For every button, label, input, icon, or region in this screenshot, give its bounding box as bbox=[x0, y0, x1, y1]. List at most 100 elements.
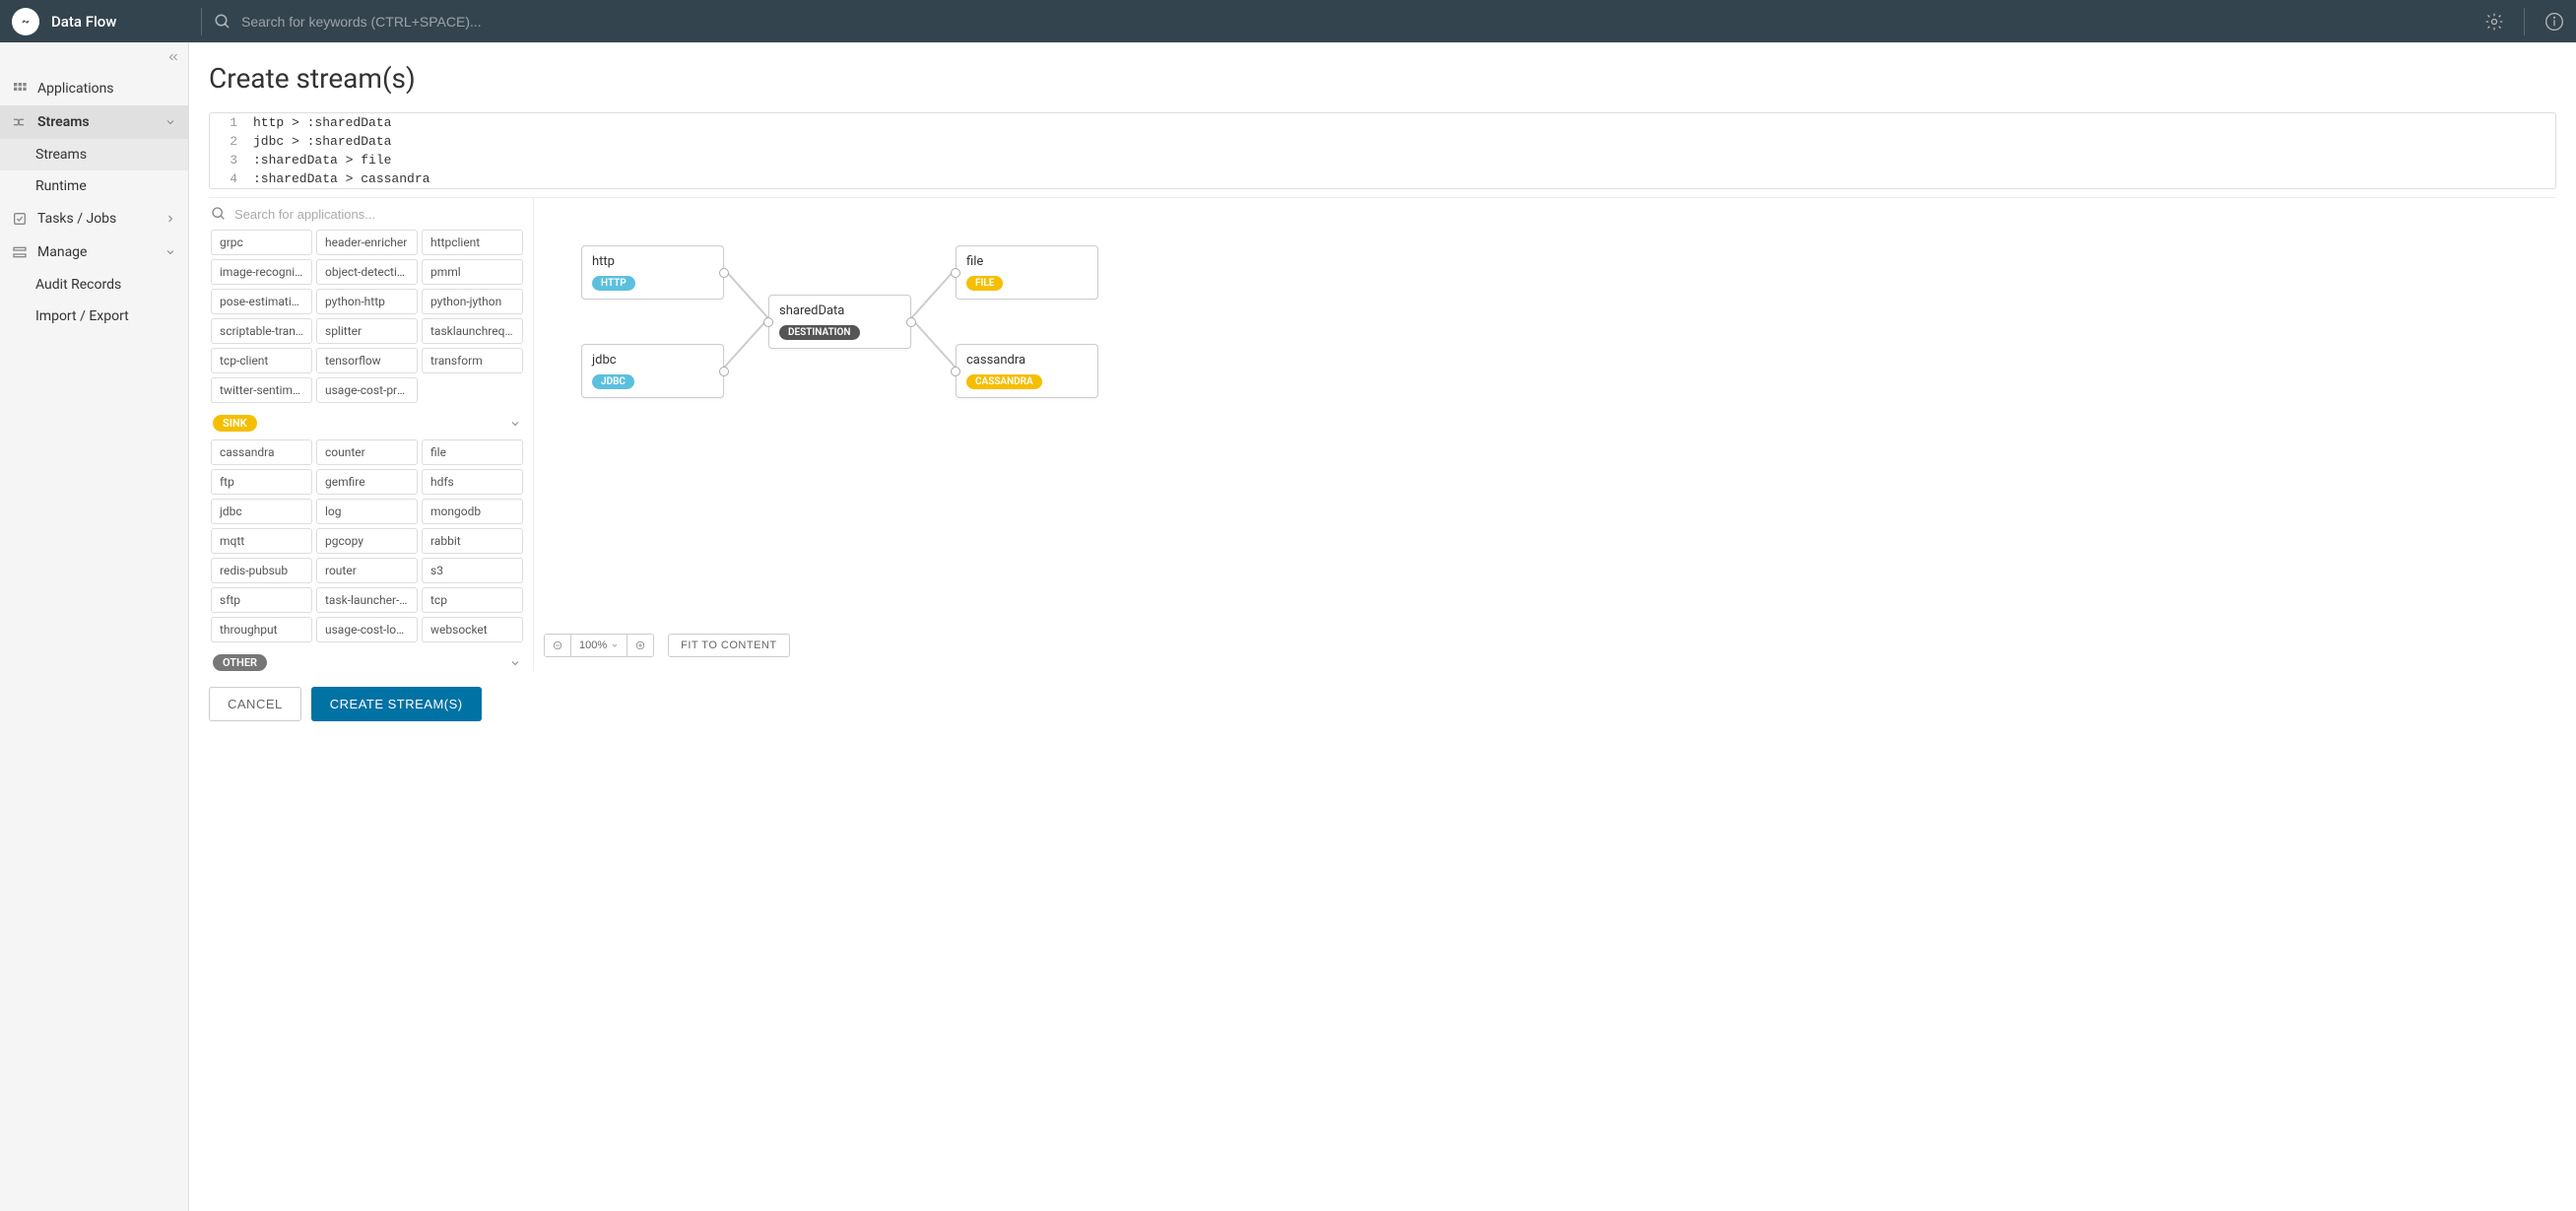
palette-chip[interactable]: sftp bbox=[211, 587, 312, 613]
palette-chip[interactable]: tcp bbox=[422, 587, 523, 613]
palette-chip[interactable]: file bbox=[422, 439, 523, 465]
palette-chip[interactable]: websocket bbox=[422, 617, 523, 642]
line-num: 1 bbox=[210, 113, 245, 132]
line-content[interactable]: :sharedData > cassandra bbox=[245, 169, 2555, 188]
palette-chip[interactable]: twitter-sentiment bbox=[211, 377, 312, 403]
node-title: file bbox=[966, 254, 1088, 269]
global-search[interactable] bbox=[214, 13, 2484, 31]
palette-chip[interactable]: throughput bbox=[211, 617, 312, 642]
palette-chip[interactable]: rabbit bbox=[422, 528, 523, 554]
palette-chip[interactable]: gemfire bbox=[316, 469, 418, 495]
nav-tasks[interactable]: Tasks / Jobs bbox=[0, 202, 188, 235]
node-cassandra[interactable]: cassandra CASSANDRA bbox=[956, 344, 1098, 398]
palette-chip[interactable]: splitter bbox=[316, 318, 418, 344]
palette-chip[interactable]: jdbc bbox=[211, 499, 312, 524]
line-content[interactable]: jdbc > :sharedData bbox=[245, 132, 2555, 151]
nav-streams-label: Streams bbox=[37, 114, 90, 130]
palette-chip[interactable]: usage-cost-proc… bbox=[316, 377, 418, 403]
palette-chip[interactable]: pmml bbox=[422, 259, 523, 285]
stream-icon bbox=[12, 114, 28, 130]
nav-streams-list[interactable]: Streams bbox=[0, 139, 188, 170]
node-tag: FILE bbox=[966, 276, 1003, 291]
global-search-input[interactable] bbox=[241, 14, 635, 30]
sink-section-header[interactable]: SINK bbox=[209, 403, 525, 439]
dsl-editor[interactable]: 1http > :sharedData 2jdbc > :sharedData … bbox=[209, 112, 2556, 189]
palette-chip[interactable]: python-jython bbox=[422, 289, 523, 314]
main-content: Create stream(s) 1http > :sharedData 2jd… bbox=[189, 42, 2576, 1211]
search-icon bbox=[214, 13, 231, 31]
cancel-button[interactable]: CANCEL bbox=[209, 687, 301, 721]
node-file[interactable]: file FILE bbox=[956, 245, 1098, 300]
palette-chip[interactable]: usage-cost-logg… bbox=[316, 617, 418, 642]
palette-chip[interactable]: httpclient bbox=[422, 230, 523, 255]
fit-to-content-button[interactable]: FIT TO CONTENT bbox=[668, 634, 789, 657]
sidebar-collapse[interactable] bbox=[0, 42, 188, 72]
node-jdbc[interactable]: jdbc JDBC bbox=[581, 344, 724, 398]
palette-chip[interactable]: hdfs bbox=[422, 469, 523, 495]
palette-chip[interactable]: pgcopy bbox=[316, 528, 418, 554]
other-section-header[interactable]: OTHER bbox=[209, 642, 525, 671]
output-port[interactable] bbox=[906, 317, 916, 327]
palette-chip[interactable]: ftp bbox=[211, 469, 312, 495]
other-badge: OTHER bbox=[213, 654, 267, 671]
palette-chip[interactable]: counter bbox=[316, 439, 418, 465]
palette-chip[interactable]: object-detection bbox=[316, 259, 418, 285]
info-icon[interactable] bbox=[2544, 12, 2564, 32]
node-http[interactable]: http HTTP bbox=[581, 245, 724, 300]
nav-streams[interactable]: Streams bbox=[0, 105, 188, 139]
top-header: Data Flow bbox=[0, 0, 2576, 42]
zoom-in-button[interactable] bbox=[627, 635, 653, 656]
palette-chip[interactable]: transform bbox=[422, 348, 523, 373]
nav-audit[interactable]: Audit Records bbox=[0, 269, 188, 301]
nav-applications-label: Applications bbox=[37, 81, 114, 97]
line-content[interactable]: :sharedData > file bbox=[245, 151, 2555, 169]
palette-chip[interactable]: mqtt bbox=[211, 528, 312, 554]
palette-chip[interactable]: pose-estimation bbox=[211, 289, 312, 314]
palette-chip[interactable]: tasklaunchreque… bbox=[422, 318, 523, 344]
line-num: 4 bbox=[210, 169, 245, 188]
output-port[interactable] bbox=[719, 268, 729, 278]
zoom-value: 100% bbox=[579, 639, 607, 651]
settings-icon[interactable] bbox=[2484, 12, 2504, 32]
input-port[interactable] bbox=[951, 268, 960, 278]
palette-chip[interactable]: cassandra bbox=[211, 439, 312, 465]
input-port[interactable] bbox=[951, 367, 960, 376]
output-port[interactable] bbox=[719, 367, 729, 376]
node-tag: HTTP bbox=[592, 276, 635, 291]
palette-chip[interactable]: mongodb bbox=[422, 499, 523, 524]
processor-grid: grpcheader-enricherhttpclient image-recog… bbox=[209, 230, 525, 403]
palette-chip[interactable]: router bbox=[316, 558, 418, 583]
palette-chip[interactable]: s3 bbox=[422, 558, 523, 583]
nav-applications[interactable]: Applications bbox=[0, 72, 188, 105]
palette-chip[interactable]: tcp-client bbox=[211, 348, 312, 373]
nav-runtime[interactable]: Runtime bbox=[0, 170, 188, 202]
zoom-value-button[interactable]: 100% bbox=[571, 635, 627, 656]
sink-badge: SINK bbox=[213, 415, 257, 432]
node-tag: DESTINATION bbox=[779, 325, 860, 340]
nav-import-export[interactable]: Import / Export bbox=[0, 301, 188, 332]
create-stream-button[interactable]: CREATE STREAM(S) bbox=[311, 687, 482, 721]
tasks-icon bbox=[12, 211, 28, 227]
page-title: Create stream(s) bbox=[209, 62, 2556, 95]
line-content[interactable]: http > :sharedData bbox=[245, 113, 2555, 132]
palette-chip[interactable]: scriptable-transf… bbox=[211, 318, 312, 344]
palette-chip[interactable]: header-enricher bbox=[316, 230, 418, 255]
palette-chip[interactable]: log bbox=[316, 499, 418, 524]
chevron-down-icon bbox=[611, 641, 619, 649]
input-port[interactable] bbox=[763, 317, 773, 327]
node-shared-data[interactable]: sharedData DESTINATION bbox=[768, 295, 911, 349]
flow-canvas[interactable]: http HTTP file FILE sharedData DESTINATI… bbox=[534, 198, 2556, 671]
nav-manage[interactable]: Manage bbox=[0, 235, 188, 269]
palette-chip[interactable]: task-launcher-d… bbox=[316, 587, 418, 613]
zoom-out-button[interactable] bbox=[545, 635, 571, 656]
nav-manage-label: Manage bbox=[37, 244, 87, 260]
palette-chip[interactable]: redis-pubsub bbox=[211, 558, 312, 583]
palette-chip[interactable]: python-http bbox=[316, 289, 418, 314]
palette-search-input[interactable] bbox=[234, 207, 521, 222]
node-title: jdbc bbox=[592, 353, 713, 368]
flow-edges bbox=[534, 198, 2556, 671]
palette-chip[interactable]: image-recogniti… bbox=[211, 259, 312, 285]
palette-chip[interactable]: grpc bbox=[211, 230, 312, 255]
palette-search[interactable] bbox=[209, 198, 525, 230]
palette-chip[interactable]: tensorflow bbox=[316, 348, 418, 373]
